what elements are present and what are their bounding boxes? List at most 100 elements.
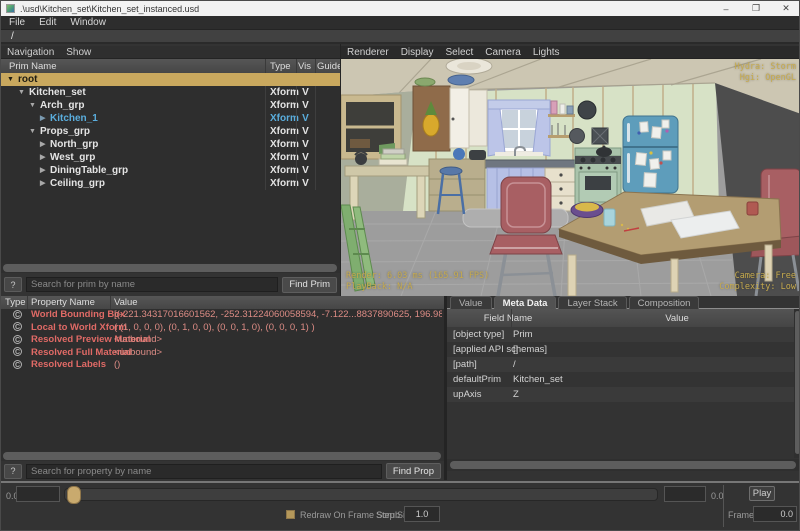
property-row-resolved-full-material[interactable]: C Resolved Full Material <unbound> [1, 347, 444, 360]
menu-edit[interactable]: Edit [39, 17, 56, 28]
prim-path-bar[interactable]: / [1, 30, 800, 44]
menu-lights[interactable]: Lights [533, 47, 560, 58]
expand-icon[interactable]: ▼ [18, 86, 25, 99]
tree-row-arch-grp[interactable]: ▼ Arch_grp Xform V [1, 99, 340, 112]
expand-icon[interactable]: ▼ [7, 73, 14, 86]
prim-search-input[interactable] [26, 277, 278, 292]
property-search-input[interactable] [26, 464, 382, 479]
redraw-checkbox[interactable] [286, 510, 295, 519]
expand-icon[interactable]: ▶ [40, 138, 45, 151]
metadata-row-applied-api-schemas[interactable]: [applied API schemas][] [447, 342, 794, 357]
tree-hscrollbar-thumb[interactable] [3, 264, 337, 272]
metadata-vscrollbar-thumb[interactable] [795, 311, 800, 454]
help-button[interactable]: ? [4, 464, 22, 479]
find-prim-button[interactable]: Find Prim [282, 277, 337, 293]
vis-toggle[interactable]: V [296, 125, 314, 138]
tree-row-north-grp[interactable]: ▶ North_grp Xform V [1, 138, 340, 151]
computed-icon: C [13, 347, 22, 356]
help-button[interactable]: ? [4, 277, 22, 292]
menu-select[interactable]: Select [446, 47, 474, 58]
property-row-local-to-world-xform[interactable]: C Local to World Xform ( (1, 0, 0, 0), (… [1, 322, 444, 335]
window-title: .\usd\Kitchen_set\Kitchen_set_instanced.… [20, 4, 199, 14]
tree-row-west-grp[interactable]: ▶ West_grp Xform V [1, 151, 340, 164]
range-start-field[interactable] [16, 486, 60, 502]
menu-bar: File Edit Window [1, 16, 800, 30]
menu-camera[interactable]: Camera [485, 47, 521, 58]
vis-toggle[interactable]: V [296, 164, 314, 177]
blue-cup [604, 209, 615, 226]
property-hscrollbar-thumb[interactable] [3, 452, 441, 460]
property-row-resolved-labels[interactable]: C Resolved Labels () [1, 359, 444, 372]
expand-icon[interactable]: ▶ [40, 164, 45, 177]
metadata-vscrollbar[interactable] [794, 309, 800, 458]
timeline-separator [723, 485, 724, 527]
hud-camera-info: Camera: Free Complexity: Low [719, 271, 796, 293]
metadata-hscrollbar[interactable] [447, 459, 800, 471]
property-table: C World Bounding Box [(-221.343170166015… [1, 309, 444, 451]
vis-toggle[interactable]: V [296, 99, 314, 112]
expand-icon[interactable]: ▶ [40, 151, 45, 164]
inspector-tabs: Value Meta Data Layer Stack Composition [447, 296, 800, 309]
viewport-3d[interactable]: Hydra: Storm Hgi: OpenGL Render: 6.03 ms… [341, 59, 800, 296]
metadata-row-object-type[interactable]: [object type]Prim [447, 327, 794, 342]
frame-field[interactable] [753, 506, 797, 522]
tab-layer-stack[interactable]: Layer Stack [558, 296, 626, 309]
range-end-field[interactable] [664, 486, 706, 502]
menu-navigation[interactable]: Navigation [7, 47, 54, 58]
step-size-field[interactable] [404, 506, 440, 522]
frame-slider-handle[interactable] [67, 486, 81, 504]
menu-display[interactable]: Display [401, 47, 434, 58]
tree-row-kitchen-set[interactable]: ▼ Kitchen_set Xform V [1, 86, 340, 99]
metadata-row-upaxis[interactable]: upAxisZ [447, 387, 794, 402]
tab-composition[interactable]: Composition [629, 296, 700, 309]
frame-slider[interactable] [64, 488, 658, 501]
viewport-scene [341, 59, 800, 296]
vis-toggle[interactable]: V [296, 86, 314, 99]
property-row-resolved-preview-material[interactable]: C Resolved Preview Material <unbound> [1, 334, 444, 347]
red-mug [747, 202, 758, 215]
fridge-handle [627, 123, 630, 142]
book-stack [379, 159, 407, 165]
metadata-row-path[interactable]: [path]/ [447, 357, 794, 372]
menu-show[interactable]: Show [66, 47, 91, 58]
metadata-table: [object type]Prim [applied API schemas][… [447, 327, 794, 458]
ceiling-lamp-inner [457, 62, 481, 70]
menu-renderer[interactable]: Renderer [347, 47, 389, 58]
kettle [355, 153, 367, 165]
tab-meta-data[interactable]: Meta Data [494, 296, 557, 309]
play-button[interactable]: Play [749, 486, 775, 501]
expand-icon[interactable]: ▼ [29, 99, 36, 112]
metadata-hscrollbar-thumb[interactable] [450, 461, 796, 469]
vis-toggle[interactable]: V [296, 112, 314, 125]
vis-toggle[interactable]: V [296, 151, 314, 164]
tree-row-kitchen-1[interactable]: ▶ Kitchen_1 Xform V [1, 112, 340, 125]
col-vis: Vis [298, 61, 311, 72]
metadata-row-defaultprim[interactable]: defaultPrimKitchen_set [447, 372, 794, 387]
maximize-button[interactable]: ❐ [741, 1, 771, 16]
expand-icon[interactable]: ▶ [40, 112, 45, 125]
tree-row-ceiling-grp[interactable]: ▶ Ceiling_grp Xform V [1, 177, 340, 190]
tree-menu-bar: Navigation Show [1, 46, 340, 59]
property-table-header: Type Property Name Value [1, 296, 444, 309]
find-prop-button[interactable]: Find Prop [386, 463, 441, 479]
tree-hscrollbar[interactable] [1, 263, 340, 273]
tree-row-diningtable-grp[interactable]: ▶ DiningTable_grp Xform V [1, 164, 340, 177]
prim-search-row: ? Find Prim [1, 274, 340, 295]
menu-window[interactable]: Window [70, 17, 106, 28]
menu-file[interactable]: File [9, 17, 25, 28]
expand-icon[interactable]: ▶ [40, 177, 45, 190]
property-hscrollbar[interactable] [1, 451, 444, 461]
app-icon [6, 4, 15, 13]
expand-icon[interactable]: ▼ [29, 125, 36, 138]
close-button[interactable]: ✕ [771, 1, 800, 16]
vis-toggle[interactable]: V [296, 177, 314, 190]
vis-toggle[interactable]: V [296, 138, 314, 151]
property-row-world-bounding-box[interactable]: C World Bounding Box [(-221.343170166015… [1, 309, 444, 322]
tree-row-root[interactable]: ▼ root [1, 73, 340, 86]
computed-icon: C [13, 322, 22, 331]
tab-value[interactable]: Value [450, 296, 492, 309]
minimize-button[interactable]: – [711, 1, 741, 16]
property-search-row: ? Find Prop [1, 462, 444, 480]
tree-row-props-grp[interactable]: ▼ Props_grp Xform V [1, 125, 340, 138]
hanging-pan-2 [570, 129, 585, 144]
